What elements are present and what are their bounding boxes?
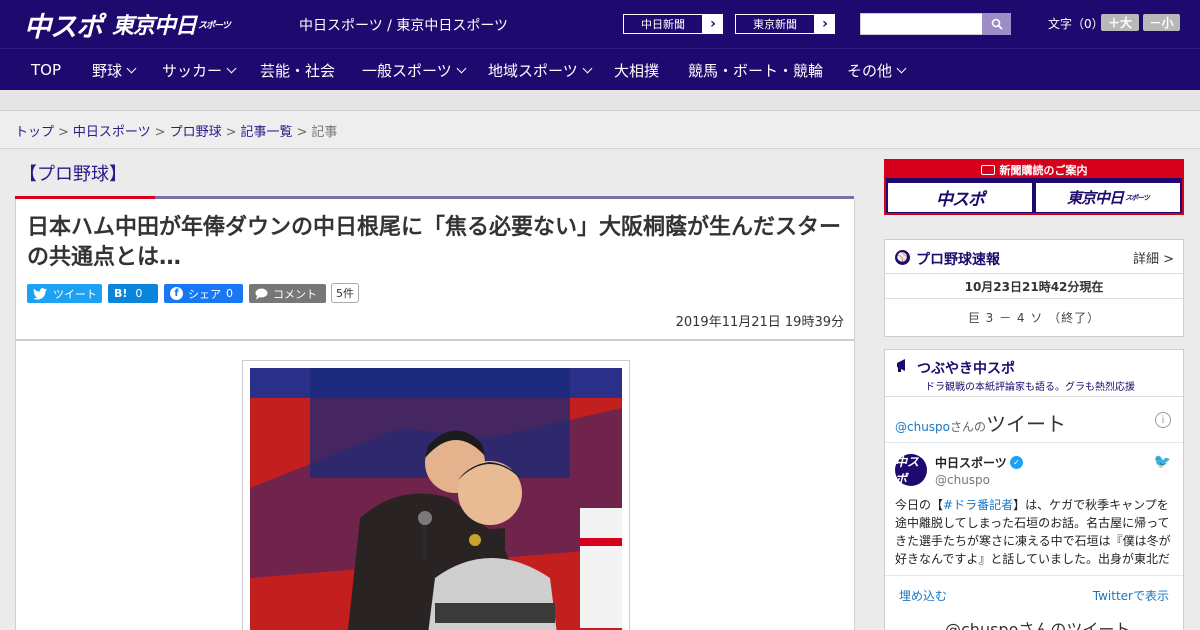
hatena-bookmark-button[interactable]: B! 0 bbox=[108, 284, 158, 303]
facebook-share-label: シェア bbox=[188, 287, 221, 301]
comment-label: コメント bbox=[273, 287, 317, 301]
article-header: 日本ハム中田が年俸ダウンの中日根尾に「焦る必要ない」大阪桐蔭が生んだスターの共通… bbox=[15, 199, 855, 340]
chuspo-logo[interactable]: 中スポ bbox=[24, 8, 103, 43]
twitter-timeline-title[interactable]: @chuspoさんのツイート bbox=[895, 408, 1066, 437]
tweet-text: 今日の【#ドラ番記者】は、ケガで秋季キャンプを途中離脱してしまった石垣のお話。名… bbox=[895, 498, 1171, 566]
subscription-chuspo-logo[interactable]: 中スポ bbox=[888, 183, 1032, 212]
nav-item-other[interactable]: その他 bbox=[847, 49, 907, 91]
font-size-label: 文字（0） bbox=[1048, 17, 1104, 31]
breadcrumb-separator: > bbox=[58, 125, 69, 140]
breadcrumb-top[interactable]: トップ bbox=[15, 125, 54, 140]
breadcrumb-separator: > bbox=[154, 125, 166, 140]
paper-link-label: 東京新聞 bbox=[735, 14, 815, 34]
speech-bubble-icon bbox=[255, 288, 268, 299]
subscription-tokyo-logo[interactable]: 東京中日 スポーツ bbox=[1036, 183, 1180, 212]
nav-item-general-sports[interactable]: 一般スポーツ bbox=[362, 49, 467, 91]
breadcrumb-article-list[interactable]: 記事一覧 bbox=[241, 125, 293, 140]
chevron-right-icon: › bbox=[710, 16, 716, 32]
category-title: 【プロ野球】 bbox=[19, 164, 127, 185]
search-icon bbox=[991, 18, 1003, 30]
chevron-down-icon bbox=[582, 63, 593, 73]
newspaper-icon bbox=[980, 164, 995, 175]
comment-button[interactable]: コメント bbox=[249, 284, 326, 303]
nav-item-local-sports[interactable]: 地域スポーツ bbox=[488, 49, 593, 91]
subscription-banner[interactable]: 新聞購読のご案内 中スポ 東京中日 スポーツ bbox=[884, 159, 1184, 215]
photo-illustration bbox=[250, 368, 622, 630]
publish-date: 2019年11月21日 19時39分 bbox=[675, 315, 844, 330]
article-body bbox=[15, 340, 855, 630]
breadcrumb-pro-baseball[interactable]: プロ野球 bbox=[170, 125, 222, 140]
font-smaller-button[interactable]: －小 bbox=[1143, 14, 1180, 31]
subscription-title: 新聞購読のご案内 bbox=[886, 161, 1182, 178]
twitter-widget-title: つぶやき中スポ bbox=[917, 361, 1015, 377]
breadcrumb-separator: > bbox=[225, 125, 237, 140]
nav-item-sumo[interactable]: 大相撲 bbox=[614, 49, 659, 91]
nav-item-entertainment[interactable]: 芸能・社会 bbox=[260, 49, 335, 91]
article-photo-frame bbox=[242, 360, 630, 630]
view-on-twitter-link[interactable]: Twitterで表示 bbox=[1093, 587, 1169, 604]
site-header: 中スポ 東京中日 スポーツ 中日スポーツ / 東京中日スポーツ 中日新聞 › 東京… bbox=[0, 0, 1200, 48]
hashtag-link[interactable]: #ドラ番記者 bbox=[943, 498, 1013, 512]
chevron-down-icon bbox=[456, 63, 467, 73]
twitter-bird-icon bbox=[33, 287, 47, 300]
chevron-right-icon: › bbox=[822, 16, 828, 32]
chevron-down-icon bbox=[226, 63, 237, 73]
tweet-user-name[interactable]: 中日スポーツ bbox=[935, 454, 1007, 471]
comment-count[interactable]: 5件 bbox=[331, 283, 359, 303]
score-title: プロ野球速報 bbox=[916, 252, 1000, 268]
nav-item-top[interactable]: TOP bbox=[31, 49, 61, 91]
score-header: ⚾ プロ野球速報 詳細 > bbox=[885, 240, 1183, 274]
avatar[interactable]: 中スポ bbox=[895, 454, 927, 486]
facebook-share-button[interactable]: f シェア 0 bbox=[164, 284, 243, 303]
tokyo-chunichi-logo[interactable]: 東京中日 スポーツ bbox=[112, 8, 231, 40]
chevron-down-icon bbox=[896, 63, 907, 73]
font-larger-button[interactable]: ＋大 bbox=[1101, 14, 1139, 31]
facebook-icon: f bbox=[170, 287, 183, 300]
hatena-icon: B! bbox=[114, 287, 128, 300]
twitter-widget-header: つぶやき中スポ ドラ観戦の本紙評論家も語る。グラも熱烈応援 bbox=[885, 350, 1183, 397]
breadcrumb-current: 記事 bbox=[311, 125, 338, 140]
chunichi-shimbun-link[interactable]: 中日新聞 › bbox=[622, 13, 724, 35]
tweet-label: ツイート bbox=[53, 287, 97, 301]
baseball-icon: ⚾ bbox=[895, 250, 910, 265]
sub-band bbox=[0, 90, 1200, 111]
verified-icon: ✓ bbox=[1010, 456, 1023, 469]
embed-link[interactable]: 埋め込む bbox=[899, 587, 947, 604]
score-detail-link[interactable]: 詳細 > bbox=[1133, 248, 1174, 267]
megaphone-icon bbox=[897, 359, 905, 372]
breadcrumb-separator: > bbox=[296, 125, 308, 140]
nav-item-racing[interactable]: 競馬・ボート・競輪 bbox=[688, 49, 823, 91]
divider bbox=[885, 575, 1183, 576]
info-icon[interactable]: i bbox=[1155, 412, 1171, 428]
twitter-widget: つぶやき中スポ ドラ観戦の本紙評論家も語る。グラも熱烈応援 @chuspoさんの… bbox=[884, 349, 1184, 630]
tweet-user-handle[interactable]: @chuspo bbox=[935, 473, 990, 487]
nav-item-soccer[interactable]: サッカー bbox=[162, 49, 237, 91]
nav-item-baseball[interactable]: 野球 bbox=[92, 49, 137, 91]
tokyo-shimbun-link[interactable]: 東京新聞 › bbox=[734, 13, 836, 35]
search-button[interactable] bbox=[982, 13, 1011, 35]
article-photo[interactable] bbox=[250, 368, 622, 630]
breadcrumb-chuspo[interactable]: 中日スポーツ bbox=[73, 125, 151, 140]
twitter-widget-subtitle: ドラ観戦の本紙評論家も語る。グラも熱烈応援 bbox=[925, 382, 1135, 393]
baseball-score-widget: ⚾ プロ野球速報 詳細 > 10月23日21時42分現在 巨 3 － 4 ソ （… bbox=[884, 239, 1184, 337]
site-name: 中日スポーツ / 東京中日スポーツ bbox=[299, 18, 509, 34]
breadcrumb: トップ > 中日スポーツ > プロ野球 > 記事一覧 > 記事 bbox=[0, 111, 1200, 149]
hatena-count: 0 bbox=[135, 287, 143, 300]
paper-link-label: 中日新聞 bbox=[623, 14, 703, 34]
divider bbox=[885, 442, 1183, 443]
chevron-down-icon bbox=[126, 63, 137, 73]
tweet-timeline-footer: @chuspoさんのツイート bbox=[945, 620, 1131, 630]
twitter-bird-icon[interactable]: 🐦 bbox=[1154, 454, 1171, 470]
facebook-count: 0 bbox=[226, 287, 233, 300]
search-input[interactable] bbox=[860, 13, 983, 35]
score-timestamp: 10月23日21時42分現在 bbox=[885, 274, 1183, 299]
tweet-button[interactable]: ツイート bbox=[27, 284, 102, 303]
article-headline: 日本ハム中田が年俸ダウンの中日根尾に「焦る必要ない」大阪桐蔭が生んだスターの共通… bbox=[27, 215, 842, 270]
main-nav: TOP 野球 サッカー 芸能・社会 一般スポーツ 地域スポーツ 大相撲 競馬・ボ… bbox=[0, 48, 1200, 90]
score-result[interactable]: 巨 3 － 4 ソ （終了） bbox=[885, 299, 1183, 336]
